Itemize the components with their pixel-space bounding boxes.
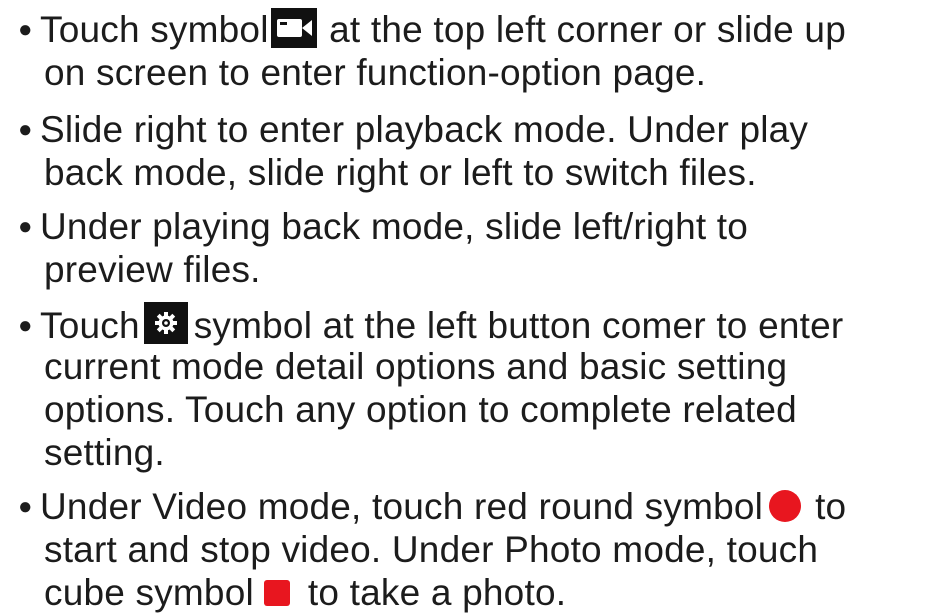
bullet: ●	[18, 493, 33, 520]
line-text-after: symbol at the left button comer to enter	[193, 305, 844, 346]
instruction-line: cube symbol to take a photo.	[18, 571, 930, 614]
instruction-line: ● Under playing back mode, slide left/rig…	[18, 205, 930, 248]
instruction-line: ● Touch symbol at the left button comer to…	[18, 302, 930, 346]
instruction-line: back mode, slide right or left to switch…	[44, 152, 757, 193]
instruction-line: preview files.	[44, 249, 261, 290]
instruction-line: ● Slide right to enter playback mode. Und…	[18, 108, 930, 151]
line-text-before: Under Video mode, touch red round symbol	[40, 486, 764, 527]
instruction-line: start and stop video. Under Photo mode, …	[44, 529, 819, 570]
red-circle-icon	[769, 490, 802, 522]
instruction-item-record-and-photo: ● Under Video mode, touch red round symbo…	[18, 485, 930, 614]
line-text-before: Touch symbol	[40, 9, 269, 50]
bullet: ●	[18, 312, 33, 339]
instruction-line: on screen to enter function-option page.	[44, 52, 707, 93]
bullet: ●	[18, 213, 33, 240]
line-text: Slide right to enter playback mode. Unde…	[40, 109, 809, 150]
instruction-item-settings: ● Touch symbol at the left button comer to…	[18, 302, 930, 474]
instruction-item-playback-mode: ● Slide right to enter playback mode. Und…	[18, 108, 930, 194]
line-text: Under playing back mode, slide left/righ…	[40, 206, 749, 247]
instruction-item-enter-function-page: ● Touch symbol at the top left corner or …	[18, 8, 930, 94]
line-text-before: Touch	[40, 305, 140, 346]
line-text-before: cube symbol	[44, 572, 254, 613]
instruction-line: current mode detail options and basic se…	[44, 346, 788, 387]
settings-gear-icon	[143, 302, 188, 344]
line-text-after: to	[815, 486, 847, 527]
instruction-line: ● Touch symbol at the top left corner or …	[18, 8, 930, 51]
instruction-line: options. Touch any option to complete re…	[44, 389, 797, 430]
red-square-icon	[263, 580, 290, 606]
bullet: ●	[18, 16, 33, 43]
instruction-line: ● Under Video mode, touch red round symbo…	[18, 485, 930, 528]
instruction-line: setting.	[44, 432, 165, 473]
line-text-after: at the top left corner or slide up	[318, 9, 846, 50]
bullet: ●	[18, 116, 33, 143]
instruction-item-preview-files: ● Under playing back mode, slide left/rig…	[18, 205, 930, 291]
instruction-page: ● Touch symbol at the top left corner or …	[0, 0, 933, 613]
line-text-after: to take a photo.	[307, 572, 567, 613]
video-camera-icon	[270, 8, 317, 48]
